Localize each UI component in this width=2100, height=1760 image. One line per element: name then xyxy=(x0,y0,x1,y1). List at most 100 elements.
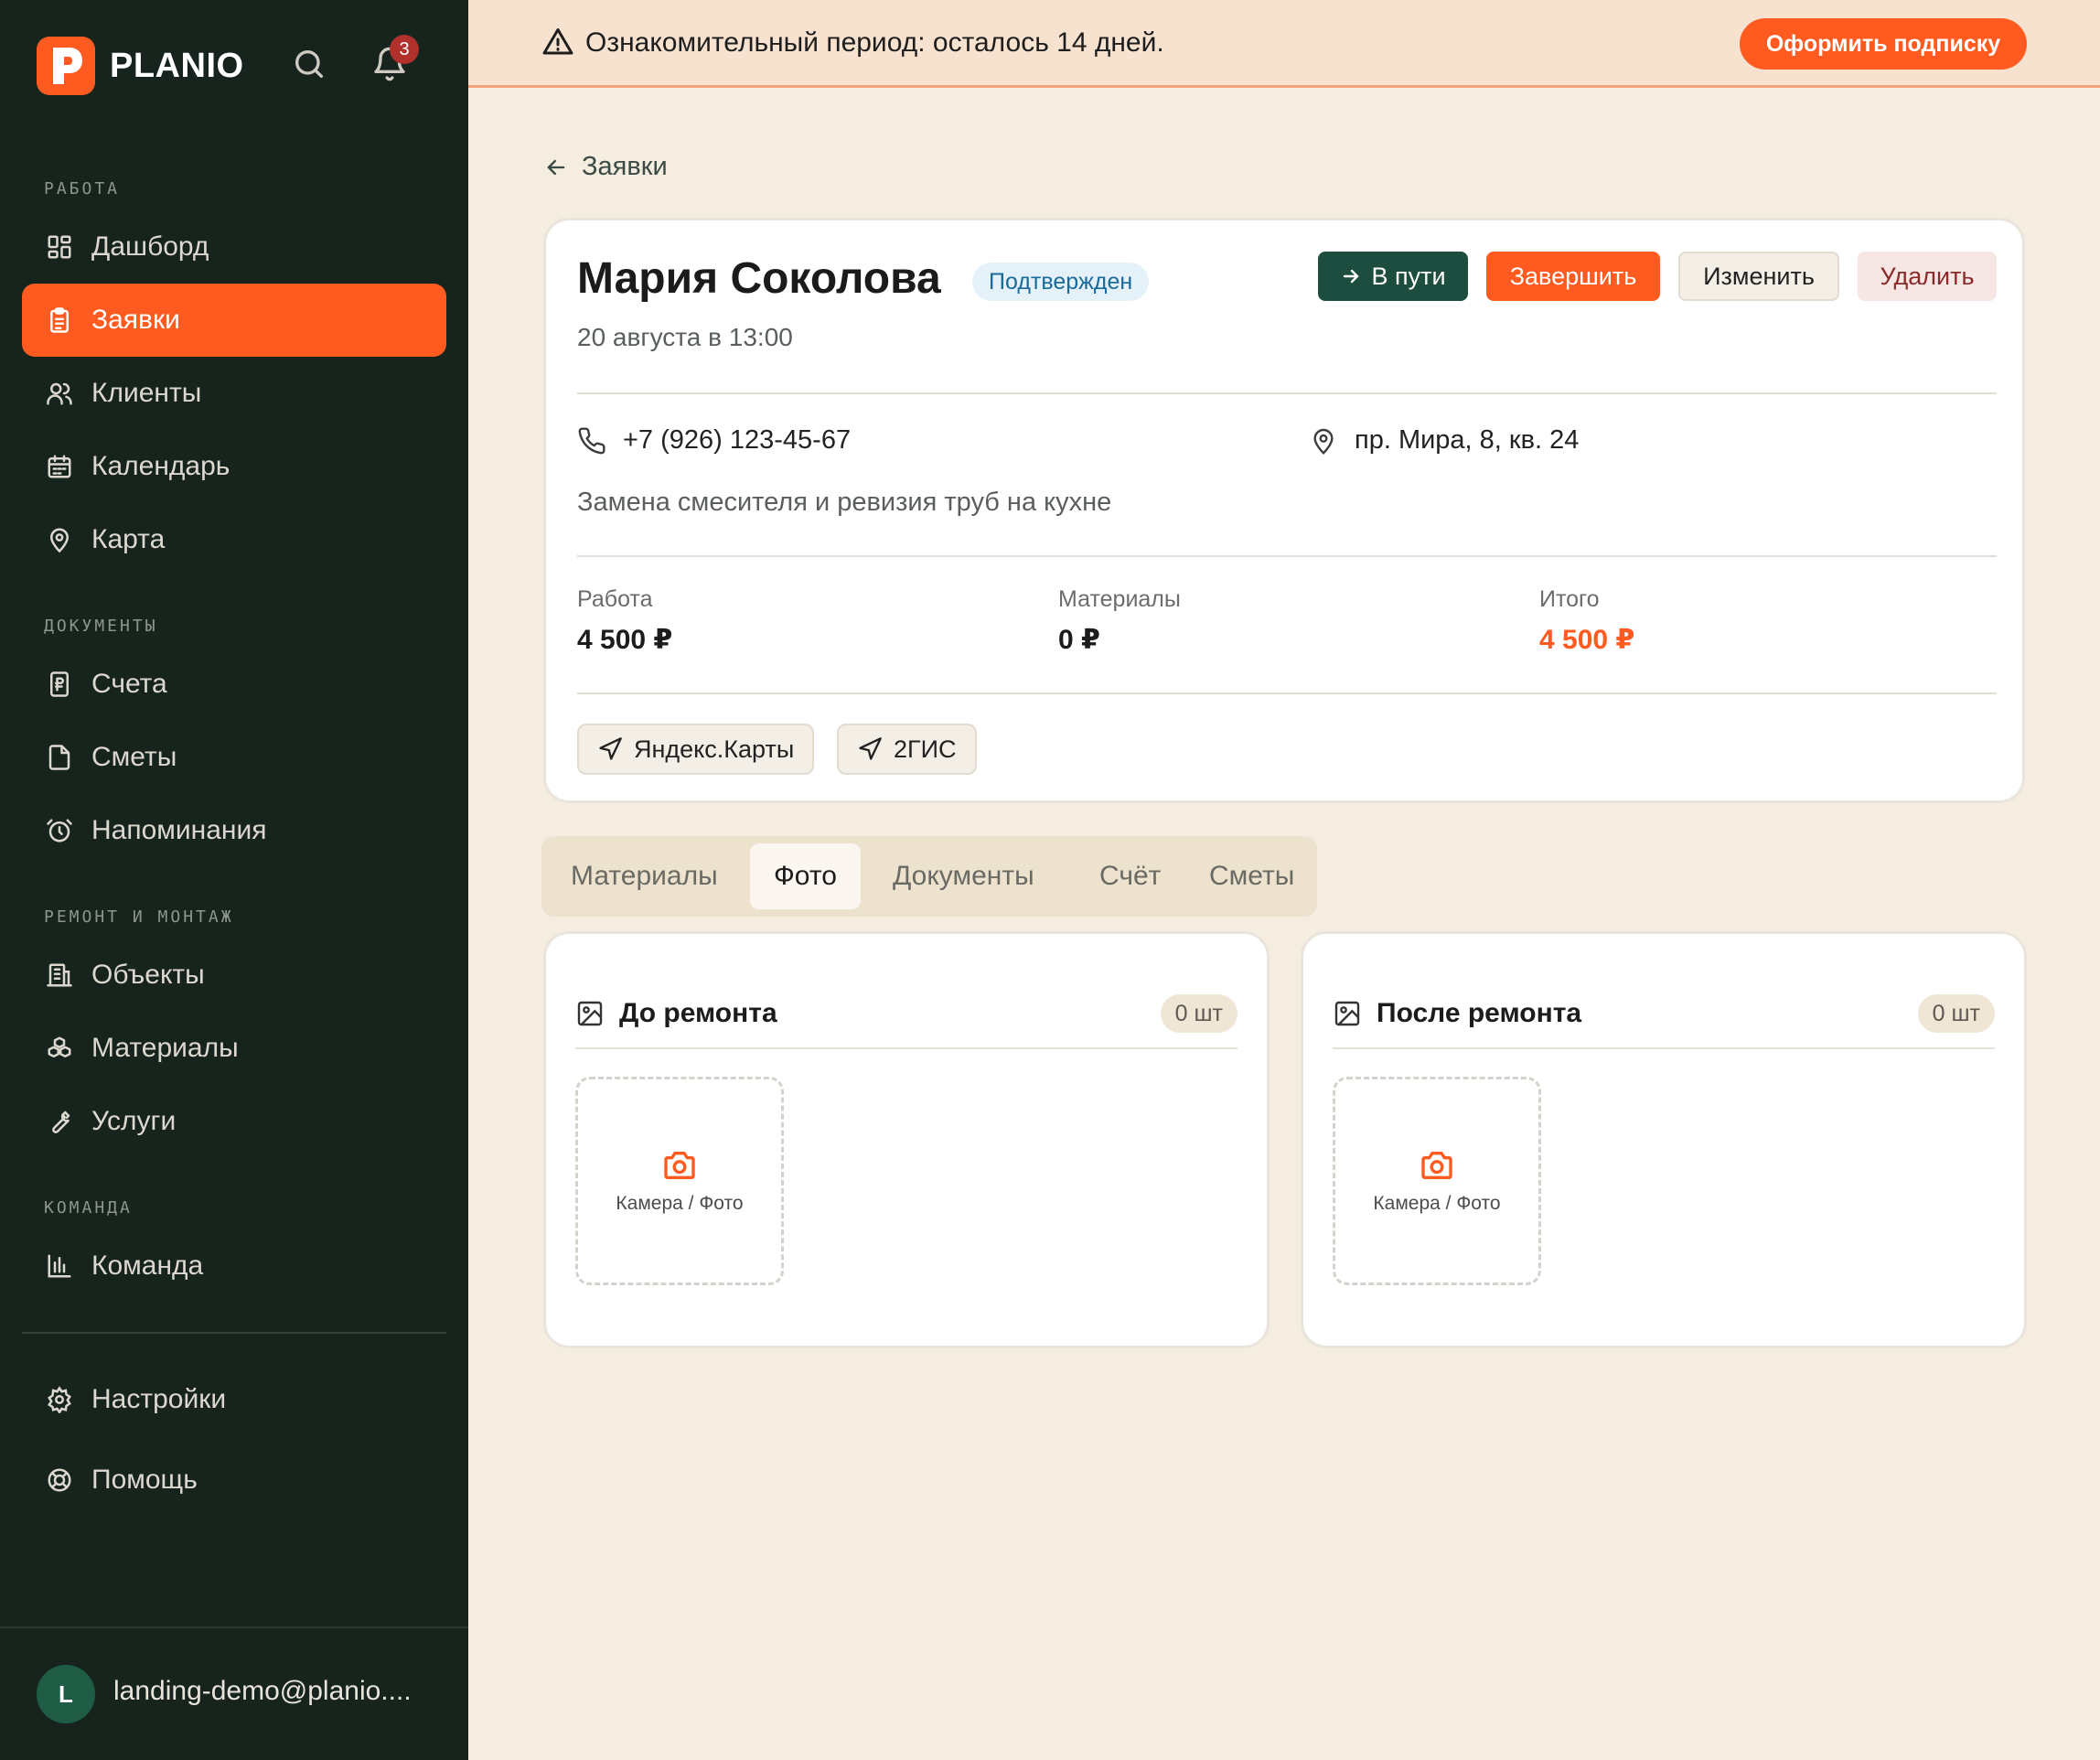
divider xyxy=(577,392,1997,394)
sidebar-item-services[interactable]: Услуги xyxy=(22,1085,446,1158)
brand[interactable]: PLANIO xyxy=(37,37,244,95)
image-icon xyxy=(1334,1001,1360,1026)
gear-icon xyxy=(44,1384,75,1415)
arrow-right-icon xyxy=(1344,269,1360,284)
sidebar-item-label: Напоминания xyxy=(91,815,267,845)
price-materials: Материалы 0 ₽ xyxy=(1058,586,1181,656)
price-total-label: Итого xyxy=(1539,586,1600,612)
sidebar-item-label: Материалы xyxy=(91,1033,239,1063)
photos-before-count: 0 шт xyxy=(1160,994,1238,1033)
photos-after-header: После ремонта xyxy=(1333,998,1581,1029)
delete-button[interactable]: Удалить xyxy=(1858,252,1997,301)
address-contact[interactable]: пр. Мира, 8, кв. 24 xyxy=(1309,425,1579,456)
camera-icon xyxy=(664,1152,695,1179)
chart-icon xyxy=(44,1250,75,1282)
planio-logo xyxy=(37,37,95,95)
users-icon xyxy=(44,378,75,409)
sidebar-item-materials[interactable]: Материалы xyxy=(22,1012,446,1085)
map-pin-icon xyxy=(44,524,75,555)
receipt-icon xyxy=(44,669,75,700)
sidebar-item-team[interactable]: Команда xyxy=(22,1229,446,1303)
boxes-icon xyxy=(44,1033,75,1064)
tab-documents[interactable]: Документы xyxy=(869,843,1058,909)
user-divider xyxy=(0,1626,468,1628)
photos-before-title: До ремонта xyxy=(619,998,777,1028)
sidebar-item-invoices[interactable]: Счета xyxy=(22,648,446,721)
sidebar-item-clients[interactable]: Клиенты xyxy=(22,357,446,430)
photos-after-upload[interactable]: Камера / Фото xyxy=(1333,1077,1541,1285)
price-work-label: Работа xyxy=(577,586,653,612)
yandex-maps-label: Яндекс.Карты xyxy=(634,735,795,763)
page-title: Мария Соколова xyxy=(577,254,941,303)
address-text: пр. Мира, 8, кв. 24 xyxy=(1355,425,1580,455)
sidebar-item-map[interactable]: Карта xyxy=(22,503,446,576)
divider xyxy=(1333,1047,1995,1049)
alarm-icon xyxy=(44,815,75,846)
twogis-button[interactable]: 2ГИС xyxy=(837,724,977,775)
price-work-value: 4 500 ₽ xyxy=(577,625,673,655)
section-label-team: КОМАНДА xyxy=(44,1198,133,1218)
avatar[interactable]: L xyxy=(37,1665,95,1723)
sidebar-item-label: Настройки xyxy=(91,1384,227,1414)
phone-contact[interactable]: +7 (926) 123-45-67 xyxy=(577,425,851,456)
edit-button[interactable]: Изменить xyxy=(1678,252,1839,301)
sidebar: PLANIO 3 РАБОТА Дашборд Заявки Клиенты К… xyxy=(0,0,468,1760)
photos-before-card: До ремонта 0 шт Камера / Фото xyxy=(543,931,1270,1348)
notification-count-badge: 3 xyxy=(390,35,419,64)
price-materials-value: 0 ₽ xyxy=(1058,625,1100,655)
subscribe-button[interactable]: Оформить подписку xyxy=(1740,18,2027,70)
brand-name: PLANIO xyxy=(110,46,244,85)
sidebar-item-label: Дашборд xyxy=(91,231,209,262)
tab-invoice[interactable]: Счёт xyxy=(1076,843,1184,909)
upload-label: Камера / Фото xyxy=(1373,1193,1501,1214)
tab-photo[interactable]: Фото xyxy=(750,843,861,909)
complete-button[interactable]: Завершить xyxy=(1486,252,1660,301)
section-label-repair: РЕМОНТ И МОНТАЖ xyxy=(44,907,234,927)
order-date: 20 августа в 13:00 xyxy=(577,323,793,351)
photos-before-upload[interactable]: Камера / Фото xyxy=(575,1077,784,1285)
price-total-value: 4 500 ₽ xyxy=(1539,625,1635,655)
sidebar-item-reminders[interactable]: Напоминания xyxy=(22,794,446,867)
sidebar-item-dashboard[interactable]: Дашборд xyxy=(22,210,446,284)
lifebuoy-icon xyxy=(44,1465,75,1496)
file-icon xyxy=(44,742,75,773)
sidebar-item-settings[interactable]: Настройки xyxy=(22,1363,446,1436)
divider xyxy=(577,555,1997,557)
sidebar-item-label: Карта xyxy=(91,524,166,554)
search-icon[interactable] xyxy=(291,46,331,86)
sidebar-item-objects[interactable]: Объекты xyxy=(22,939,446,1012)
divider xyxy=(575,1047,1238,1049)
navigation-icon xyxy=(599,737,622,760)
phone-icon xyxy=(578,426,605,454)
user-email[interactable]: landing-demo@planio.... xyxy=(113,1676,443,1707)
sidebar-item-label: Календарь xyxy=(91,451,230,481)
navigation-icon xyxy=(859,737,882,760)
clipboard-icon xyxy=(44,305,75,336)
sidebar-item-label: Услуги xyxy=(91,1106,177,1136)
yandex-maps-button[interactable]: Яндекс.Карты xyxy=(577,724,815,775)
sidebar-item-label: Сметы xyxy=(91,742,177,772)
sidebar-item-requests[interactable]: Заявки xyxy=(22,284,446,357)
back-link-label: Заявки xyxy=(582,152,668,181)
sidebar-item-estimates[interactable]: Сметы xyxy=(22,721,446,794)
map-pin-icon xyxy=(1313,428,1334,455)
sidebar-item-help[interactable]: Помощь xyxy=(22,1443,446,1517)
photos-after-count: 0 шт xyxy=(1917,994,1995,1033)
sidebar-item-calendar[interactable]: Календарь xyxy=(22,430,446,503)
warning-icon xyxy=(541,26,574,59)
back-link[interactable]: Заявки xyxy=(543,152,668,182)
building-icon xyxy=(44,960,75,991)
en-route-label: В пути xyxy=(1371,262,1446,290)
order-description: Замена смесителя и ревизия труб на кухне xyxy=(577,488,1112,517)
twogis-label: 2ГИС xyxy=(894,735,957,763)
upload-label: Камера / Фото xyxy=(616,1193,744,1214)
sidebar-divider xyxy=(22,1332,446,1334)
section-label-work: РАБОТА xyxy=(44,179,121,199)
divider xyxy=(577,692,1997,694)
camera-icon xyxy=(1421,1152,1452,1179)
sidebar-item-label: Заявки xyxy=(91,305,180,335)
tab-estimates[interactable]: Сметы xyxy=(1185,843,1318,909)
price-materials-label: Материалы xyxy=(1058,586,1181,612)
en-route-button[interactable]: В пути xyxy=(1318,252,1468,301)
tab-materials[interactable]: Материалы xyxy=(547,843,742,909)
